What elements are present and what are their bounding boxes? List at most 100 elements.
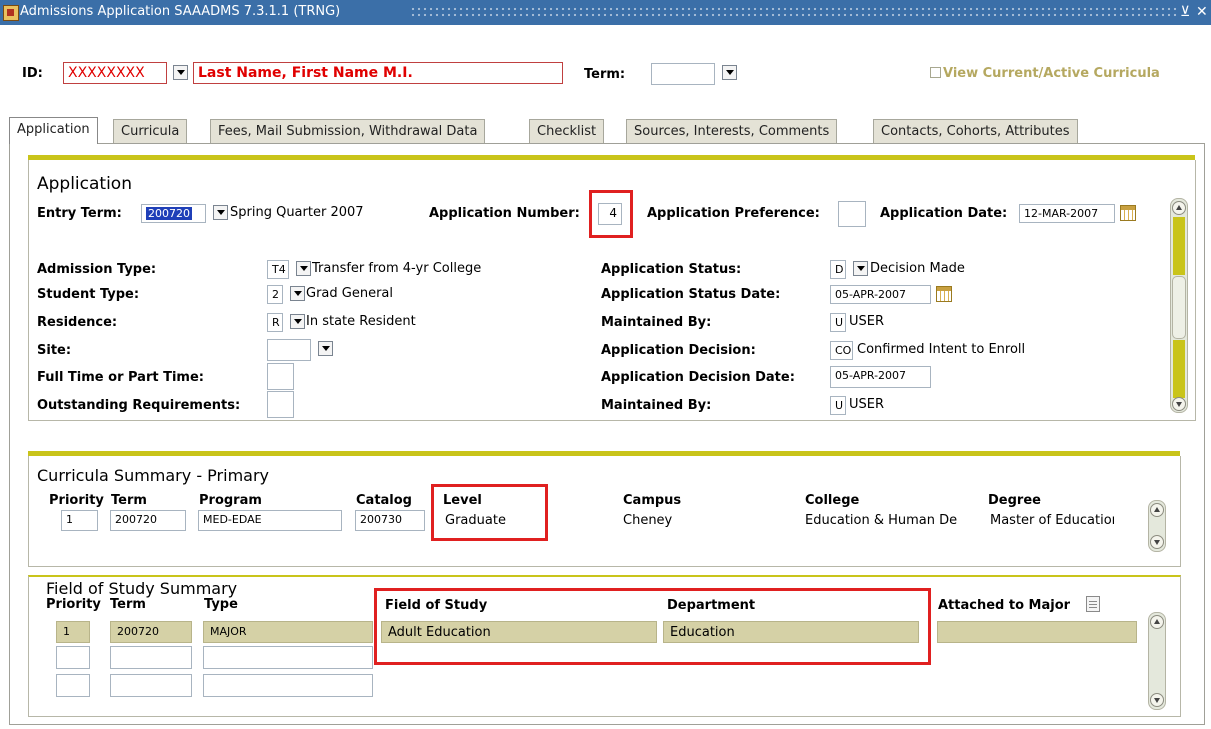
application-status-lookup-button[interactable] — [853, 261, 868, 276]
term-label: Term: — [584, 67, 626, 82]
id-field[interactable]: XXXXXXXX — [63, 62, 167, 84]
fos-term-header: Term — [110, 597, 146, 612]
application-scroll-down-icon[interactable] — [1172, 397, 1186, 411]
outstanding-requirements-label: Outstanding Requirements: — [37, 398, 241, 413]
id-lookup-button[interactable] — [173, 65, 188, 80]
curricula-catalog-header: Catalog — [356, 493, 412, 508]
application-date-field[interactable]: 12-MAR-2007 — [1019, 204, 1115, 223]
residence-label: Residence: — [37, 315, 118, 330]
full-part-time-label: Full Time or Part Time: — [37, 370, 204, 385]
residence-code-field[interactable]: R — [267, 313, 283, 332]
application-preference-label: Application Preference: — [647, 206, 820, 221]
tab-fees-mail-withdrawal[interactable]: Fees, Mail Submission, Withdrawal Data — [210, 119, 486, 143]
curricula-program-header: Program — [199, 493, 262, 508]
entry-term-label: Entry Term: — [37, 206, 122, 221]
curricula-campus-header: Campus — [623, 493, 682, 508]
fos-scroll-down-icon[interactable] — [1150, 693, 1164, 707]
student-type-lookup-button[interactable] — [290, 286, 305, 301]
fos-term-field[interactable]: 200720 — [110, 621, 192, 643]
student-type-code-field[interactable]: 2 — [267, 285, 283, 304]
fos-department-header: Department — [667, 598, 756, 613]
admission-type-code-field[interactable]: T4 — [267, 260, 289, 279]
application-date-calendar-icon[interactable] — [1120, 205, 1136, 221]
fos-type-field-row2[interactable] — [203, 646, 373, 669]
application-decision-label: Application Decision: — [601, 343, 756, 358]
fos-field-header: Field of Study — [385, 598, 488, 613]
fos-field-of-study-value: Adult Education — [381, 621, 657, 643]
term-field[interactable] — [651, 63, 715, 85]
application-scroll-thumb[interactable] — [1172, 276, 1186, 339]
residence-description: In state Resident — [306, 314, 416, 329]
tab-sources-interests-comments[interactable]: Sources, Interests, Comments — [626, 119, 838, 143]
curricula-campus-value: Cheney — [623, 513, 673, 528]
application-status-code-field[interactable]: D — [830, 260, 846, 279]
fos-term-field-row3[interactable] — [110, 674, 192, 697]
window-title: Admissions Application SAAADMS 7.3.1.1 (… — [20, 4, 341, 19]
application-number-label: Application Number: — [429, 206, 580, 221]
site-lookup-button[interactable] — [318, 341, 333, 356]
fos-priority-header: Priority — [46, 597, 101, 612]
minimize-icon[interactable]: ⊻ — [1180, 4, 1190, 20]
application-status-date-calendar-icon[interactable] — [936, 286, 952, 302]
application-status-date-label: Application Status Date: — [601, 287, 781, 302]
curricula-college-value: Education & Human De — [805, 513, 958, 528]
tab-application[interactable]: Application — [9, 117, 98, 144]
full-part-time-field[interactable] — [267, 363, 294, 390]
fos-type-field-row3[interactable] — [203, 674, 373, 697]
curricula-college-header: College — [805, 493, 860, 508]
entry-term-field[interactable]: 200720 — [141, 204, 206, 223]
application-number-field[interactable]: 4 — [598, 203, 622, 225]
fos-priority-field-row3[interactable] — [56, 674, 90, 697]
application-preference-field[interactable] — [838, 201, 866, 227]
view-curricula-checkbox[interactable] — [930, 67, 941, 78]
outstanding-requirements-field[interactable] — [267, 391, 294, 418]
curricula-degree-value: Master of Educatioı — [990, 513, 1116, 528]
site-code-field[interactable] — [267, 339, 311, 361]
curricula-catalog-field[interactable]: 200730 — [355, 510, 425, 531]
application-date-label: Application Date: — [880, 206, 1008, 221]
curricula-scroll-down-icon[interactable] — [1150, 535, 1164, 549]
entry-term-lookup-button[interactable] — [213, 205, 228, 220]
admission-type-lookup-button[interactable] — [296, 261, 311, 276]
attached-to-major-icon[interactable] — [1086, 596, 1100, 612]
maintained-by-2-description: USER — [849, 397, 885, 412]
curricula-level-value: Graduate — [445, 513, 506, 528]
fos-scroll-up-icon[interactable] — [1150, 615, 1164, 629]
app-icon — [3, 5, 19, 21]
curricula-scroll-up-icon[interactable] — [1150, 503, 1164, 517]
curricula-term-field[interactable]: 200720 — [110, 510, 186, 531]
close-icon[interactable]: ✕ — [1196, 4, 1208, 20]
fos-priority-field[interactable]: 1 — [56, 621, 90, 643]
curricula-priority-header: Priority — [49, 493, 104, 508]
fos-priority-field-row2[interactable] — [56, 646, 90, 669]
curricula-priority-field[interactable]: 1 — [61, 510, 98, 531]
application-decision-date-label: Application Decision Date: — [601, 370, 795, 385]
application-scroll-track-upper — [1173, 217, 1185, 275]
maintained-by-2-code-field[interactable]: U — [830, 396, 846, 415]
student-type-label: Student Type: — [37, 287, 140, 302]
fos-department-value: Education — [663, 621, 919, 643]
entry-term-value: 200720 — [146, 207, 192, 220]
tab-contacts-cohorts-attributes[interactable]: Contacts, Cohorts, Attributes — [873, 119, 1078, 143]
residence-lookup-button[interactable] — [290, 314, 305, 329]
maintained-by-code-field[interactable]: U — [830, 313, 846, 332]
application-decision-code-field[interactable]: CO — [830, 341, 853, 360]
student-type-description: Grad General — [306, 286, 394, 301]
id-label: ID: — [22, 66, 43, 81]
fos-term-field-row2[interactable] — [110, 646, 192, 669]
application-status-label: Application Status: — [601, 262, 742, 277]
application-decision-date-field[interactable]: 05-APR-2007 — [830, 366, 931, 388]
maintained-by-label: Maintained By: — [601, 315, 712, 330]
tab-curricula[interactable]: Curricula — [113, 119, 188, 143]
application-scroll-up-icon[interactable] — [1172, 201, 1186, 215]
fos-type-field[interactable]: MAJOR — [203, 621, 373, 643]
application-status-date-field[interactable]: 05-APR-2007 — [830, 285, 931, 304]
admission-type-label: Admission Type: — [37, 262, 157, 277]
curricula-summary-title: Curricula Summary - Primary — [37, 466, 269, 485]
fos-type-header: Type — [204, 597, 238, 612]
tab-checklist[interactable]: Checklist — [529, 119, 605, 143]
term-lookup-button[interactable] — [722, 65, 737, 80]
maintained-by-description: USER — [849, 314, 885, 329]
curricula-program-field[interactable]: MED-EDAE — [198, 510, 342, 531]
name-field[interactable]: Last Name, First Name M.I. — [193, 62, 563, 84]
